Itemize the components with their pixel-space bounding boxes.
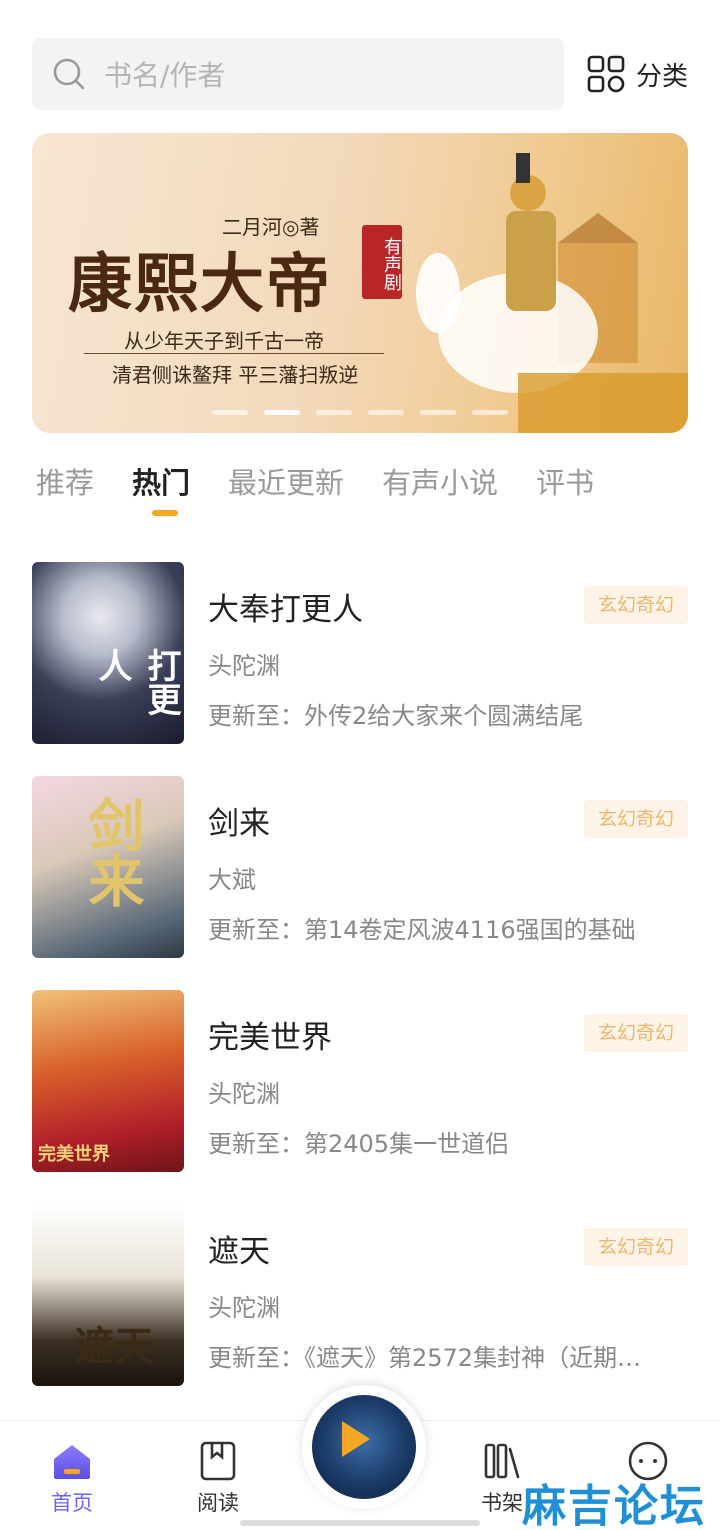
book-author: 头陀渊 bbox=[208, 652, 280, 680]
book-title[interactable]: 完美世界 bbox=[208, 1012, 332, 1057]
emperor-illustration bbox=[416, 153, 688, 433]
genre-tag: 玄幻奇幻 bbox=[584, 1014, 688, 1052]
search-icon bbox=[53, 58, 85, 90]
play-icon bbox=[342, 1421, 370, 1457]
nav-read-label: 阅读 bbox=[197, 1491, 239, 1515]
home-indicator bbox=[240, 1520, 480, 1526]
book-author: 大斌 bbox=[208, 866, 256, 894]
banner-dot[interactable] bbox=[316, 410, 352, 415]
book-cover[interactable]: 打更人 bbox=[32, 562, 184, 744]
search-row: 书名/作者 分类 bbox=[32, 38, 688, 110]
book-update: 更新至：《遮天》第2572集封神（近期… bbox=[208, 1344, 642, 1372]
cover-title: 剑来 bbox=[79, 796, 145, 908]
tab-1[interactable]: 热门 bbox=[132, 460, 190, 520]
cover-title: 遮天 bbox=[74, 1323, 154, 1370]
book-update: 更新至：第14卷定风波4116强国的基础 bbox=[208, 916, 636, 944]
genre-tag: 玄幻奇幻 bbox=[584, 800, 688, 838]
category-button[interactable]: 分类 bbox=[586, 54, 688, 94]
book-update: 更新至：第2405集一世道侣 bbox=[208, 1130, 510, 1158]
book-title[interactable]: 遮天 bbox=[208, 1226, 270, 1271]
search-placeholder: 书名/作者 bbox=[104, 59, 226, 92]
book-item[interactable]: 完美世界 完美世界 头陀渊 更新至：第2405集一世道侣 玄幻奇幻 bbox=[32, 990, 688, 1204]
bookshelf-icon bbox=[484, 1443, 520, 1479]
nav-home-label: 首页 bbox=[51, 1491, 93, 1515]
cover-title: 打更人 bbox=[92, 648, 181, 716]
banner-dot[interactable] bbox=[212, 410, 248, 415]
book-author: 头陀渊 bbox=[208, 1294, 280, 1322]
book-update: 更新至：外传2给大家来个圆满结尾 bbox=[208, 702, 584, 730]
promo-banner[interactable]: 二月河◎著 康熙大帝 有声剧 从少年天子到千古一帝 清君侧诛鳌拜 平三藩扫叛逆 bbox=[32, 133, 688, 433]
home-icon bbox=[54, 1445, 90, 1479]
banner-pagination bbox=[212, 410, 508, 415]
nav-read[interactable]: 阅读 bbox=[168, 1439, 268, 1517]
tab-0[interactable]: 推荐 bbox=[36, 460, 94, 520]
category-tabs: 推荐 热门 最近更新 有声小说 评书 bbox=[36, 460, 686, 520]
tab-4[interactable]: 评书 bbox=[536, 460, 594, 520]
banner-dot[interactable] bbox=[264, 410, 300, 415]
cover-title: 完美世界 bbox=[38, 1144, 110, 1165]
book-cover[interactable]: 完美世界 bbox=[32, 990, 184, 1172]
genre-tag: 玄幻奇幻 bbox=[584, 1228, 688, 1266]
watermark: 麻吉论坛 bbox=[522, 1481, 706, 1530]
book-author: 头陀渊 bbox=[208, 1080, 280, 1108]
book-item[interactable]: 剑来 剑来大斌更新至：第14卷定风波4116强国的基础 玄幻奇幻 bbox=[32, 776, 688, 990]
search-input[interactable]: 书名/作者 bbox=[32, 38, 564, 110]
book-cover[interactable]: 剑来 bbox=[32, 776, 184, 958]
banner-badge: 有声剧 bbox=[362, 225, 402, 299]
banner-dot[interactable] bbox=[368, 410, 404, 415]
book-list: 打更人 大奉打更人 头陀渊 更新至：外传2给大家来个圆满结尾 玄幻奇幻 剑来 剑来 大斌 更新至… bbox=[32, 562, 688, 1418]
tab-3[interactable]: 有声小说 bbox=[382, 460, 498, 520]
banner-title: 康熙大帝 bbox=[68, 247, 332, 322]
book-title[interactable]: 剑来 bbox=[208, 798, 270, 843]
genre-tag: 玄幻奇幻 bbox=[584, 586, 688, 624]
banner-dot[interactable] bbox=[472, 410, 508, 415]
grid-icon bbox=[587, 55, 625, 93]
book-title[interactable]: 大奉打更人 bbox=[208, 584, 363, 629]
now-playing-button[interactable] bbox=[302, 1385, 426, 1509]
banner-divider bbox=[84, 353, 384, 354]
banner-dot[interactable] bbox=[420, 410, 456, 415]
banner-tagline-1: 从少年天子到千古一帝 bbox=[124, 329, 324, 353]
nav-home[interactable]: 首页 bbox=[22, 1439, 122, 1517]
banner-tagline-2: 清君侧诛鳌拜 平三藩扫叛逆 bbox=[112, 363, 359, 387]
book-item[interactable]: 打更人 大奉打更人头陀渊更新至：外传2给大家来个圆满结尾 玄幻奇幻 bbox=[32, 562, 688, 776]
book-cover[interactable]: 遮天 bbox=[32, 1204, 184, 1386]
category-label: 分类 bbox=[635, 61, 688, 92]
tab-2[interactable]: 最近更新 bbox=[228, 460, 344, 520]
book-icon bbox=[200, 1441, 236, 1481]
